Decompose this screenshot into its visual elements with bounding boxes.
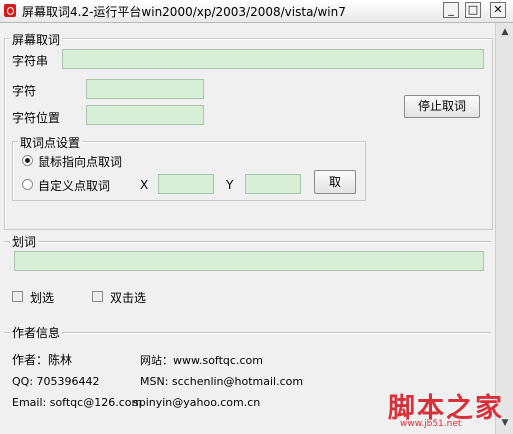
custom-point-radio[interactable] <box>22 179 33 190</box>
pick-button[interactable]: 取 <box>314 170 356 194</box>
y-field[interactable] <box>245 174 301 194</box>
author-divider <box>4 332 491 334</box>
select-words-legend: 划词 <box>10 233 39 250</box>
author-legend: 作者信息 <box>10 324 63 341</box>
string-label: 字符串 <box>12 54 49 68</box>
window-title: 屏幕取词4.2-运行平台win2000/xp/2003/2008/vista/w… <box>22 5 346 19</box>
mouse-point-label: 鼠标指向点取词 <box>38 155 123 169</box>
scroll-up-icon[interactable]: ▲ <box>499 26 511 38</box>
custom-point-label: 自定义点取词 <box>38 179 111 193</box>
drag-select-checkbox[interactable] <box>12 291 23 302</box>
app-icon <box>4 4 16 17</box>
author-email: Email: softqc@126.com <box>12 396 143 409</box>
author-name: 作者：陈林 <box>12 353 73 367</box>
x-field[interactable] <box>158 174 214 194</box>
author-email-2: spinyin@yahoo.com.cn <box>133 396 261 409</box>
select-words-field[interactable] <box>14 251 484 271</box>
char-position-label: 字符位置 <box>12 111 61 125</box>
minimize-button[interactable]: _ <box>443 2 459 18</box>
vertical-scrollbar[interactable]: ▲ ▼ <box>495 23 513 434</box>
main-panel: 屏幕取词 字符串 字符 字符位置 停止取词 取词点设置 鼠标指向点取词 自定义点… <box>0 23 495 434</box>
stop-capture-button[interactable]: 停止取词 <box>404 95 480 118</box>
author-msn: MSN: scchenlin@hotmail.com <box>140 375 304 388</box>
maximize-button[interactable]: □ <box>465 2 481 18</box>
pick-point-legend: 取词点设置 <box>18 134 83 151</box>
char-field[interactable] <box>86 79 204 99</box>
dblclick-select-checkbox[interactable] <box>92 291 103 302</box>
char-label: 字符 <box>12 84 37 98</box>
close-button[interactable]: ✕ <box>490 2 506 18</box>
char-position-field[interactable] <box>86 105 204 125</box>
x-label: X <box>140 178 149 192</box>
select-words-divider <box>4 241 491 243</box>
title-bar[interactable]: 屏幕取词4.2-运行平台win2000/xp/2003/2008/vista/w… <box>0 0 513 23</box>
site-watermark-url: www.jb51.net <box>400 419 462 429</box>
dblclick-select-label: 双击选 <box>110 291 147 305</box>
drag-select-label: 划选 <box>30 291 55 305</box>
screen-capture-legend: 屏幕取词 <box>10 31 63 48</box>
author-website: 网站：www.softqc.com <box>140 354 263 367</box>
author-qq: QQ: 705396442 <box>12 375 100 388</box>
string-field[interactable] <box>62 49 484 69</box>
mouse-point-radio[interactable] <box>22 155 33 166</box>
y-label: Y <box>226 178 234 192</box>
